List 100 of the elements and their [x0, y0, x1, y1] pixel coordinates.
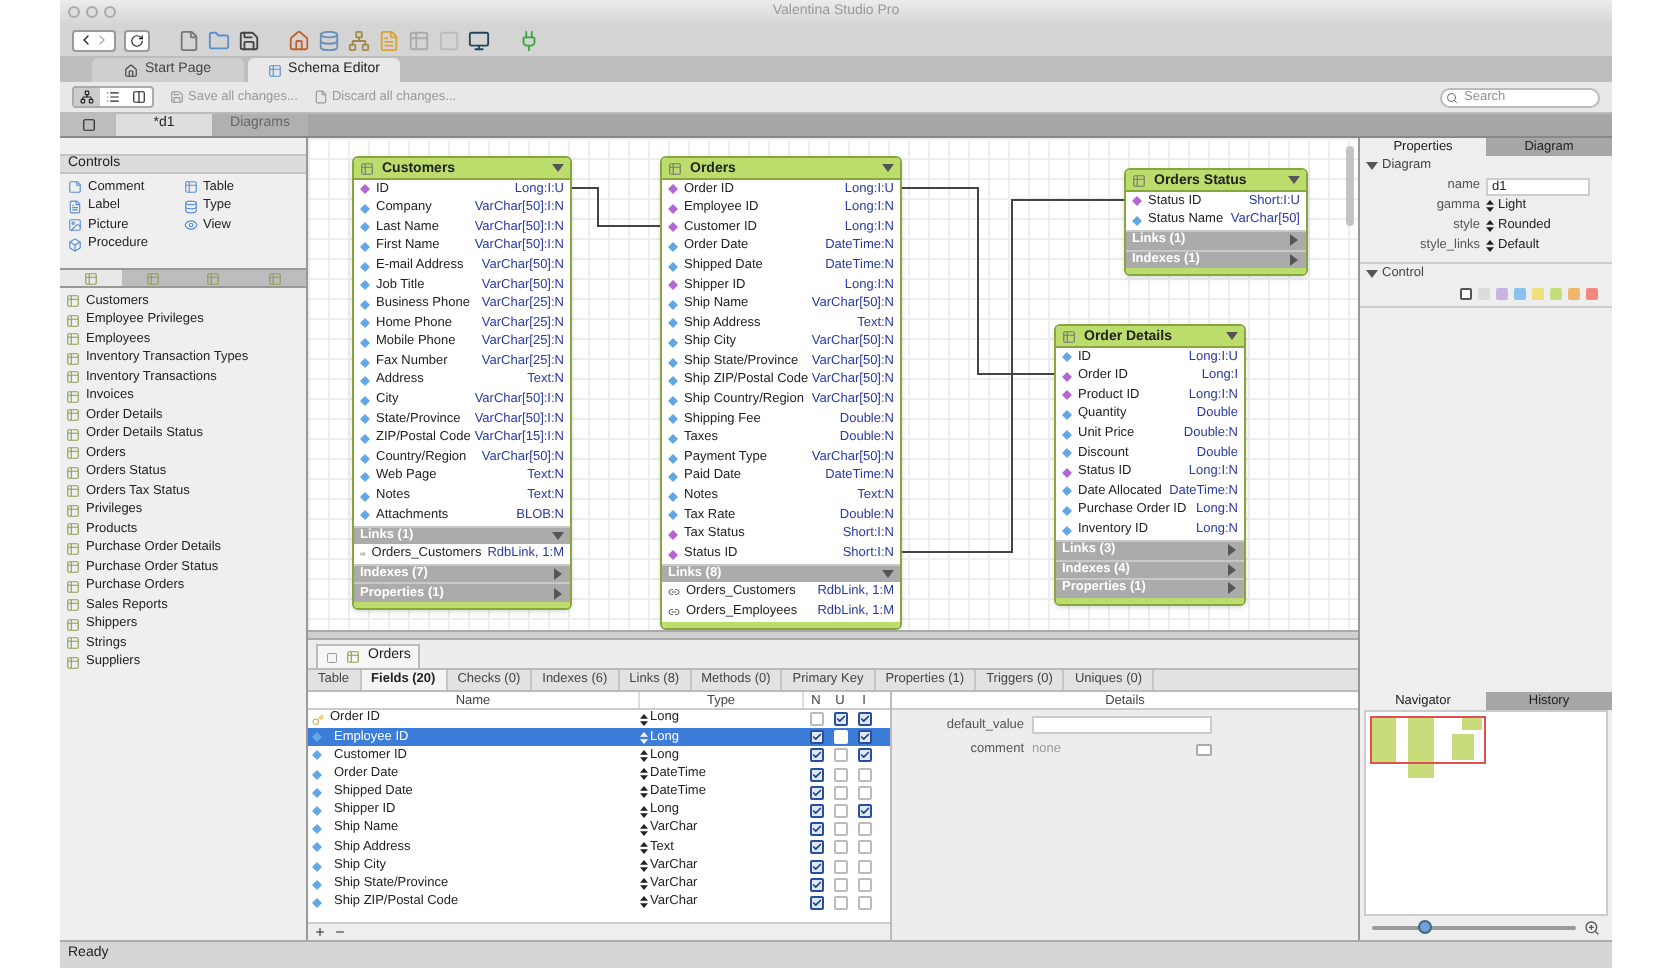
scrollbar[interactable] — [1346, 146, 1354, 226]
dropdown-icon[interactable] — [552, 162, 564, 174]
checkbox[interactable] — [833, 859, 847, 874]
home-icon[interactable] — [288, 29, 310, 51]
diagram-canvas[interactable] — [308, 138, 1358, 630]
table-icon — [66, 484, 80, 499]
checkbox[interactable] — [809, 748, 823, 763]
color-swatch[interactable] — [1550, 288, 1562, 300]
up-down-arrows-icon — [1486, 220, 1494, 232]
checkbox[interactable] — [833, 712, 847, 727]
checkbox[interactable] — [833, 840, 847, 855]
dropdown-icon[interactable] — [1226, 330, 1238, 342]
navigator-preview-drawing[interactable] — [1370, 716, 1486, 780]
checkbox[interactable] — [857, 895, 871, 910]
checkbox[interactable] — [857, 877, 871, 892]
dropdown-icon[interactable] — [882, 162, 894, 174]
table-icon — [66, 617, 80, 632]
table-card[interactable] — [660, 156, 902, 630]
checkbox[interactable] — [809, 785, 823, 800]
checkbox[interactable] — [857, 730, 871, 745]
checkbox[interactable] — [857, 822, 871, 837]
color-swatch[interactable] — [1532, 288, 1544, 300]
checkbox[interactable] — [833, 804, 847, 819]
expand-icon[interactable] — [1226, 544, 1238, 557]
checkbox[interactable] — [857, 767, 871, 782]
expand-icon[interactable] — [1288, 234, 1300, 247]
table-icon — [66, 427, 80, 442]
checkbox[interactable] — [833, 785, 847, 800]
expand-icon[interactable] — [1226, 582, 1238, 595]
remove-icon[interactable] — [334, 926, 346, 938]
save-icon[interactable] — [238, 29, 260, 51]
columns-icon — [132, 90, 146, 104]
checkbox[interactable] — [857, 840, 871, 855]
checkbox[interactable] — [809, 804, 823, 819]
checkbox[interactable] — [857, 859, 871, 874]
back-icon[interactable] — [78, 32, 94, 48]
folder-icon[interactable] — [208, 29, 230, 51]
plug-icon[interactable] — [518, 29, 540, 51]
dropdown-icon[interactable] — [1288, 174, 1300, 186]
checkbox[interactable] — [833, 822, 847, 837]
checkbox[interactable] — [809, 822, 823, 837]
add-icon[interactable] — [314, 926, 326, 938]
monitor-icon[interactable] — [468, 29, 490, 51]
new-file-icon[interactable] — [178, 29, 200, 51]
checkbox[interactable] — [857, 785, 871, 800]
table-card[interactable] — [352, 156, 572, 611]
panel-menu-button[interactable] — [60, 114, 116, 136]
expand-icon[interactable] — [1288, 254, 1300, 267]
checkbox[interactable] — [833, 895, 847, 910]
table-icon — [66, 446, 80, 461]
collapse-icon[interactable] — [882, 568, 894, 581]
up-down-arrows-icon — [640, 823, 648, 836]
collapse-icon[interactable] — [552, 529, 564, 542]
diagram-view-button[interactable] — [74, 88, 100, 106]
home-icon — [124, 63, 139, 77]
checkbox[interactable] — [809, 840, 823, 855]
table-icon — [268, 63, 283, 77]
color-swatch[interactable] — [1568, 288, 1580, 300]
checkbox[interactable] — [857, 804, 871, 819]
up-down-arrows-icon — [640, 786, 648, 799]
checkbox[interactable] — [857, 712, 871, 727]
expand-icon[interactable] — [552, 568, 564, 581]
checkbox[interactable] — [809, 767, 823, 782]
network-icon[interactable] — [348, 29, 370, 51]
color-swatch[interactable] — [1514, 288, 1526, 300]
table-icon — [66, 370, 80, 385]
table-icon — [66, 503, 80, 518]
color-swatch[interactable] — [1586, 288, 1598, 300]
table-icon — [145, 271, 160, 285]
input-field[interactable] — [1032, 716, 1212, 735]
expand-icon[interactable] — [552, 587, 564, 600]
collapse-icon[interactable] — [1366, 160, 1378, 172]
checkbox[interactable] — [809, 730, 823, 745]
table-icon — [66, 389, 80, 404]
checkbox[interactable] — [857, 748, 871, 763]
database-icon[interactable] — [318, 29, 340, 51]
checkbox[interactable] — [809, 877, 823, 892]
slider-thumb[interactable] — [1417, 920, 1431, 934]
table-card[interactable] — [1054, 324, 1246, 606]
checkbox[interactable] — [833, 877, 847, 892]
checkbox[interactable] — [809, 895, 823, 910]
note-icon — [68, 180, 82, 195]
checkbox[interactable] — [833, 748, 847, 763]
stack-icon — [183, 199, 197, 214]
edit-button[interactable] — [1196, 743, 1212, 756]
up-down-arrows-icon — [640, 749, 648, 762]
collapse-icon[interactable] — [1366, 268, 1378, 280]
text-icon — [68, 199, 82, 214]
checkbox[interactable] — [833, 767, 847, 782]
table-icon — [66, 522, 80, 537]
up-down-arrows-icon — [640, 896, 648, 909]
table-icon — [360, 161, 374, 175]
checkbox[interactable] — [809, 712, 823, 727]
checkbox[interactable] — [809, 859, 823, 874]
expand-icon[interactable] — [1226, 563, 1238, 576]
color-swatch[interactable] — [1460, 288, 1472, 300]
refresh-button[interactable] — [124, 29, 150, 51]
zoom-icon[interactable] — [1584, 920, 1600, 936]
palette-tab[interactable] — [60, 270, 122, 286]
color-swatch[interactable] — [1496, 288, 1508, 300]
